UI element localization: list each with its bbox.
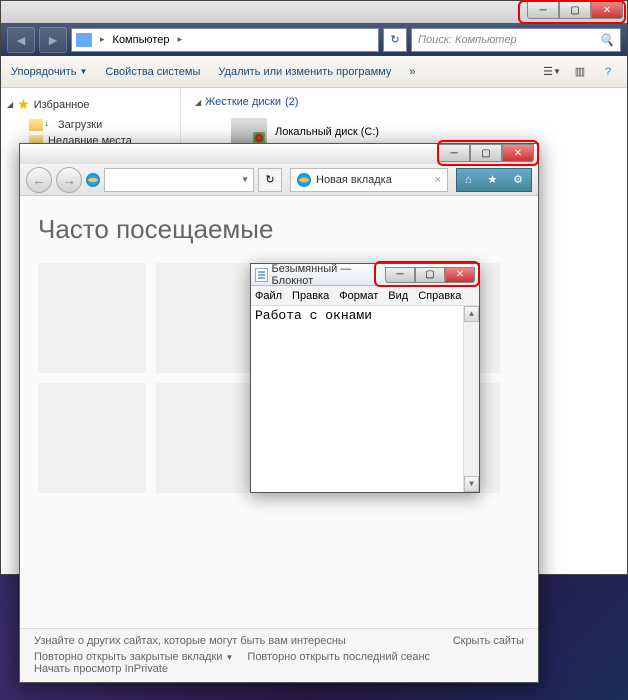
ie-logo-icon bbox=[297, 173, 311, 187]
star-icon: ★ bbox=[17, 96, 30, 113]
favorites-header[interactable]: ◢ ★ Избранное bbox=[7, 96, 174, 113]
hdd-count: (2) bbox=[285, 96, 298, 108]
hdd-section-header[interactable]: ◢ Жесткие диски (2) bbox=[195, 96, 613, 108]
computer-icon bbox=[76, 33, 92, 47]
notepad-titlebar[interactable]: Безымянный — Блокнот ─ ▢ ✕ bbox=[251, 264, 479, 286]
forward-button[interactable]: ► bbox=[39, 27, 67, 53]
hide-sites-link[interactable]: Скрыть сайты bbox=[453, 635, 524, 647]
collapse-icon: ◢ bbox=[195, 98, 201, 107]
system-properties-button[interactable]: Свойства системы bbox=[105, 66, 200, 78]
menu-view[interactable]: Вид bbox=[388, 290, 408, 302]
notepad-window: Безымянный — Блокнот ─ ▢ ✕ Файл Правка Ф… bbox=[250, 263, 480, 493]
search-icon: 🔍 bbox=[599, 33, 614, 47]
site-tile[interactable] bbox=[38, 383, 146, 493]
notepad-content: Работа с окнами bbox=[255, 308, 372, 323]
organize-menu[interactable]: Упорядочить▼ bbox=[11, 66, 87, 78]
ie-command-bar: ⌂ ★ ⚙ bbox=[456, 168, 532, 192]
window-controls: ─ ▢ ✕ bbox=[527, 1, 623, 19]
collapse-icon: ◢ bbox=[7, 100, 13, 109]
sidebar-item-downloads[interactable]: ↓ Загрузки bbox=[29, 117, 174, 133]
dropdown-icon[interactable]: ▼ bbox=[241, 175, 249, 184]
notepad-textarea[interactable]: Работа с окнами ▲ ▼ bbox=[251, 306, 479, 492]
back-button[interactable]: ← bbox=[26, 167, 52, 193]
ie-navbar: ← → ▼ ↻ Новая вкладка × ⌂ ★ ⚙ bbox=[20, 164, 538, 196]
close-button[interactable]: ✕ bbox=[445, 267, 475, 283]
close-button[interactable]: ✕ bbox=[502, 144, 534, 162]
notepad-title: Безымянный — Блокнот bbox=[272, 263, 381, 287]
minimize-button[interactable]: ─ bbox=[438, 144, 470, 162]
maximize-button[interactable]: ▢ bbox=[470, 144, 502, 162]
tab-label: Новая вкладка bbox=[316, 174, 392, 186]
maximize-button[interactable]: ▢ bbox=[415, 267, 445, 283]
address-bar[interactable]: ▸ Компьютер ▸ bbox=[71, 28, 379, 52]
frequent-heading: Часто посещаемые bbox=[38, 214, 520, 245]
uninstall-button[interactable]: Удалить или изменить программу bbox=[218, 66, 391, 78]
reopen-last-link[interactable]: Повторно открыть последний сеанс bbox=[247, 651, 430, 663]
scrollbar[interactable]: ▲ ▼ bbox=[463, 306, 479, 492]
favorites-label: Избранное bbox=[34, 99, 90, 111]
drive-icon bbox=[231, 118, 267, 146]
site-tile[interactable] bbox=[38, 263, 146, 373]
scroll-up-icon[interactable]: ▲ bbox=[464, 306, 479, 322]
inprivate-link[interactable]: Начать просмотр InPrivate bbox=[34, 663, 168, 675]
refresh-button[interactable]: ↻ bbox=[258, 168, 282, 192]
close-button[interactable]: ✕ bbox=[591, 1, 623, 19]
home-icon[interactable]: ⌂ bbox=[465, 174, 472, 186]
hdd-label: Жесткие диски bbox=[205, 96, 281, 108]
notepad-icon bbox=[255, 268, 268, 282]
address-bar[interactable]: ▼ bbox=[104, 168, 254, 192]
search-input[interactable]: Поиск: Компьютер 🔍 bbox=[411, 28, 621, 52]
menu-edit[interactable]: Правка bbox=[292, 290, 329, 302]
chevron-down-icon: ▼ bbox=[79, 67, 87, 76]
site-tile[interactable] bbox=[156, 263, 264, 373]
notepad-menubar: Файл Правка Формат Вид Справка bbox=[251, 286, 479, 306]
menu-format[interactable]: Формат bbox=[339, 290, 378, 302]
minimize-button[interactable]: ─ bbox=[527, 1, 559, 19]
search-placeholder: Поиск: Компьютер bbox=[418, 34, 517, 46]
favorites-icon[interactable]: ★ bbox=[487, 173, 497, 186]
reopen-closed-link[interactable]: Повторно открыть закрытые вкладки ▼ bbox=[34, 651, 233, 663]
browser-tab[interactable]: Новая вкладка × bbox=[290, 168, 448, 192]
forward-button[interactable]: → bbox=[56, 167, 82, 193]
explorer-navbar: ◄ ► ▸ Компьютер ▸ ↻ Поиск: Компьютер 🔍 bbox=[1, 23, 627, 56]
drive-label: Локальный диск (C:) bbox=[275, 126, 379, 138]
discover-sites-link[interactable]: Узнайте о других сайтах, которые могут б… bbox=[34, 635, 346, 647]
ie-footer: Узнайте о других сайтах, которые могут б… bbox=[20, 628, 538, 682]
download-arrow-icon: ↓ bbox=[44, 118, 49, 129]
menu-file[interactable]: Файл bbox=[255, 290, 282, 302]
breadcrumb-text[interactable]: Компьютер bbox=[113, 34, 170, 46]
window-controls: ─ ▢ ✕ bbox=[385, 267, 475, 283]
window-controls: ─ ▢ ✕ bbox=[438, 144, 534, 162]
maximize-button[interactable]: ▢ bbox=[559, 1, 591, 19]
breadcrumb-sep-icon: ▸ bbox=[175, 34, 184, 45]
downloads-label: Загрузки bbox=[58, 119, 102, 131]
ie-logo-icon bbox=[86, 173, 100, 187]
help-icon[interactable]: ? bbox=[599, 64, 617, 80]
view-options-icon[interactable]: ☰▼ bbox=[543, 64, 561, 80]
refresh-button[interactable]: ↻ bbox=[383, 28, 407, 52]
explorer-toolbar: Упорядочить▼ Свойства системы Удалить ил… bbox=[1, 56, 627, 88]
site-tile[interactable] bbox=[156, 383, 264, 493]
breadcrumb-sep-icon: ▸ bbox=[98, 34, 107, 45]
minimize-button[interactable]: ─ bbox=[385, 267, 415, 283]
toolbar-more[interactable]: » bbox=[409, 66, 415, 78]
drive-item-c[interactable]: Локальный диск (C:) bbox=[231, 118, 613, 146]
tab-close-icon[interactable]: × bbox=[435, 174, 441, 186]
explorer-titlebar[interactable]: ─ ▢ ✕ bbox=[1, 1, 627, 23]
back-button[interactable]: ◄ bbox=[7, 27, 35, 53]
menu-help[interactable]: Справка bbox=[418, 290, 461, 302]
ie-titlebar[interactable]: ─ ▢ ✕ bbox=[20, 144, 538, 164]
chevron-down-icon: ▼ bbox=[225, 653, 233, 662]
preview-pane-icon[interactable]: ▥ bbox=[571, 64, 589, 80]
folder-icon bbox=[29, 119, 43, 131]
settings-icon[interactable]: ⚙ bbox=[513, 173, 523, 186]
scroll-down-icon[interactable]: ▼ bbox=[464, 476, 479, 492]
